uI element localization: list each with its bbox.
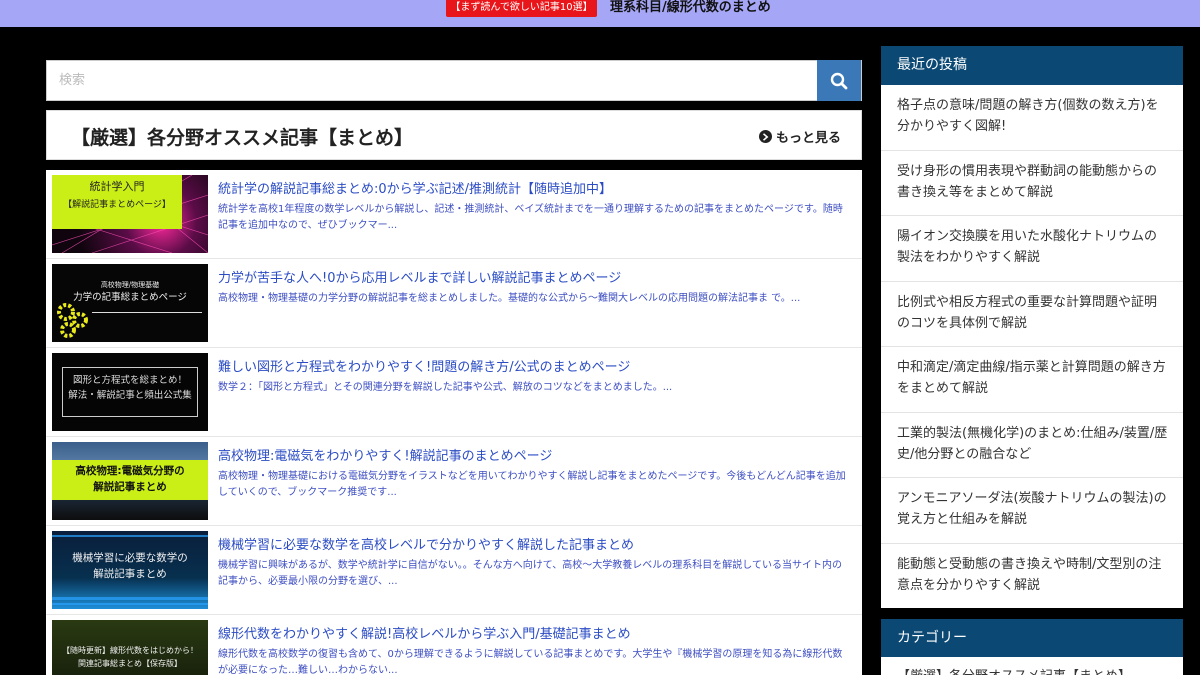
featured-title: 【厳選】各分野オススメ記事【まとめ】 (71, 127, 414, 149)
article-title[interactable]: 機械学習に必要な数学を高校レベルで分かりやすく解説した記事まとめ (218, 534, 853, 553)
search-button[interactable] (817, 60, 861, 101)
article-title[interactable]: 力学が苦手な人へ!0から応用レベルまで詳しい解説記事まとめページ (218, 267, 853, 286)
thumbnail-caption: 高校物理/物理基礎 (100, 281, 160, 289)
recent-post-link[interactable]: 能動態と受動態の書き換えや時制/文型別の注意点を分かりやすく解説 (881, 544, 1183, 610)
thumbnail-caption: 機械学習に必要な数学の (72, 552, 188, 564)
article-item[interactable]: 【随時更新】線形代数をはじめから！ 関連記事総まとめ【保存版】 線形代数をわかり… (46, 615, 862, 675)
article-excerpt: 線形代数を高校数学の復習も含めて、0から理解できるように解説している記事まとめで… (218, 649, 843, 675)
recent-posts-heading: 最近の投稿 (881, 46, 1183, 85)
thumbnail-caption: 統計学入門 (89, 180, 145, 193)
article-item[interactable]: 機械学習に必要な数学の 解説記事まとめ 機械学習に必要な数学を高校レベルで分かり… (46, 526, 862, 615)
more-link-label: もっと見る (775, 131, 841, 146)
top-nav-link[interactable]: 理系科目/線形代数のまとめ (610, 0, 771, 15)
article-thumbnail[interactable]: 高校物理:電磁気分野の 解説記事まとめ (52, 442, 208, 520)
article-thumbnail[interactable]: 機械学習に必要な数学の 解説記事まとめ (52, 531, 208, 609)
more-link[interactable]: もっと見る (758, 127, 841, 146)
article-excerpt: 数学２：「図形と方程式」とその関連分野を解説した記事や公式、解放のコツなどをまと… (218, 382, 673, 393)
thumbnail-caption: 【解説記事まとめページ】 (63, 199, 171, 210)
recent-post-link[interactable]: 格子点の意味/問題の解き方(個数の数え方)を分かりやすく図解! (881, 85, 1183, 151)
thumbnail-caption: 【随時更新】線形代数をはじめから！ (62, 646, 198, 655)
article-excerpt: 機械学習に興味があるが、数学や統計学に自信がない。。そんな方へ向けて、高校〜大学… (218, 560, 842, 587)
category-link[interactable]: 【厳選】各分野オススメ記事【まとめ】 (881, 657, 1183, 675)
article-excerpt: 統計学を高校1年程度の数学レベルから解説し、記述・推測統計、ベイズ統計までを一通… (218, 204, 843, 231)
search-bar (46, 60, 862, 101)
top-bar: 【まず読んで欲しい記事10選】 理系科目/線形代数のまとめ (0, 0, 1200, 27)
thumbnail-caption: 高校物理:電磁気分野の (75, 465, 185, 477)
featured-header: 【厳選】各分野オススメ記事【まとめ】 もっと見る (46, 110, 862, 160)
article-title[interactable]: 統計学の解説記事総まとめ:0から学ぶ記述/推測統計【随時追加中】 (218, 178, 853, 197)
thumbnail-caption: 解説記事まとめ (93, 481, 167, 494)
article-title[interactable]: 線形代数をわかりやすく解説!高校レベルから学ぶ入門/基礎記事まとめ (218, 623, 853, 642)
recent-post-link[interactable]: 工業的製法(無機化学)のまとめ:仕組み/装置/歴史/他分野との融合など (881, 413, 1183, 478)
gear-icon (57, 303, 88, 338)
article-item[interactable]: 高校物理:電磁気分野の 解説記事まとめ 高校物理:電磁気をわかりやすく!解説記事… (46, 437, 862, 526)
thumbnail-caption: 関連記事総まとめ【保存版】 (78, 658, 182, 668)
article-item[interactable]: 高校物理/物理基礎 力学の記事総まとめページ 力学が苦手な人へ!0から応用レベル… (46, 259, 862, 348)
must-read-badge[interactable]: 【まず読んで欲しい記事10選】 (446, 0, 597, 17)
article-thumbnail[interactable]: 図形と方程式を総まとめ！ 解法・解説記事と頻出公式集 (52, 353, 208, 431)
search-icon (830, 72, 848, 89)
article-item[interactable]: 図形と方程式を総まとめ！ 解法・解説記事と頻出公式集 難しい図形と方程式をわかり… (46, 348, 862, 437)
recent-post-link[interactable]: 陽イオン交換膜を用いた水酸化ナトリウムの製法をわかりやすく解説 (881, 216, 1183, 282)
recent-post-link[interactable]: 受け身形の慣用表現や群動詞の能動態からの書き換え等をまとめて解説 (881, 151, 1183, 216)
recent-post-link[interactable]: 比例式や相反方程式の重要な計算問題や証明のコツを具体例で解説 (881, 282, 1183, 347)
article-item[interactable]: 統計学入門 【解説記事まとめページ】 統計学の解説記事総まとめ:0から学ぶ記述/… (46, 170, 862, 259)
article-title[interactable]: 難しい図形と方程式をわかりやすく!問題の解き方/公式のまとめページ (218, 356, 853, 375)
chevron-circle-right-icon (758, 130, 772, 143)
article-thumbnail[interactable]: 【随時更新】線形代数をはじめから！ 関連記事総まとめ【保存版】 (52, 620, 208, 675)
article-thumbnail[interactable]: 統計学入門 【解説記事まとめページ】 (52, 175, 208, 253)
search-input[interactable] (47, 61, 819, 100)
thumbnail-caption: 解法・解説記事と頻出公式集 (68, 389, 192, 401)
thumbnail-caption: 解説記事まとめ (93, 568, 167, 581)
article-title[interactable]: 高校物理:電磁気をわかりやすく!解説記事のまとめページ (218, 445, 853, 464)
article-thumbnail[interactable]: 高校物理/物理基礎 力学の記事総まとめページ (52, 264, 208, 342)
recent-post-link[interactable]: アンモニアソーダ法(炭酸ナトリウムの製法)の覚え方と仕組みを解説 (881, 478, 1183, 544)
category-heading: カテゴリー (881, 619, 1183, 657)
thumbnail-caption: 図形と方程式を総まとめ！ (72, 375, 187, 386)
article-excerpt: 高校物理・物理基礎における電磁気分野をイラストなどを用いてわかりやすく解説し記事… (218, 471, 846, 498)
sidebar-categories: カテゴリー 【厳選】各分野オススメ記事【まとめ】 (881, 619, 1183, 675)
article-list: 統計学入門 【解説記事まとめページ】 統計学の解説記事総まとめ:0から学ぶ記述/… (46, 170, 862, 675)
recent-post-link[interactable]: 中和滴定/滴定曲線/指示薬と計算問題の解き方をまとめて解説 (881, 347, 1183, 413)
article-excerpt: 高校物理・物理基礎の力学分野の解説記事を総まとめしました。基礎的な公式から〜難関… (218, 293, 801, 304)
sidebar-recent-posts: 最近の投稿 格子点の意味/問題の解き方(個数の数え方)を分かりやすく図解! 受け… (881, 46, 1183, 608)
